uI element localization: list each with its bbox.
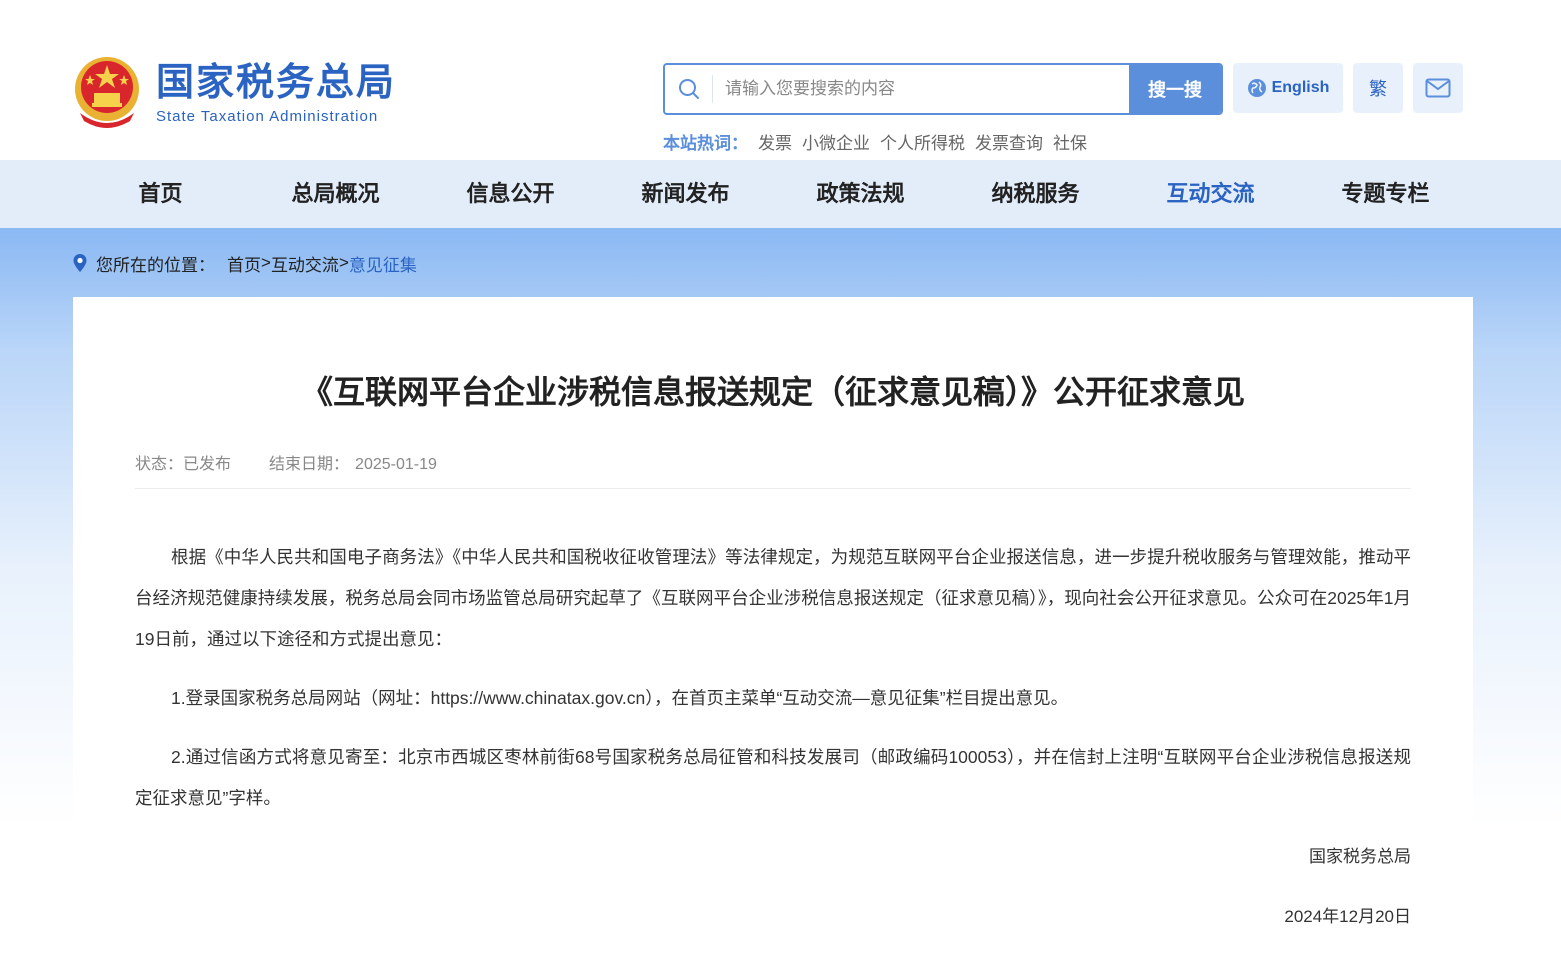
nav-item-service[interactable]: 纳税服务 [948,160,1123,228]
search-bar: 搜一搜 [663,63,1223,115]
hot-word-link[interactable]: 发票查询 [975,129,1043,154]
article-card: 《互联网平台企业涉税信息报送规定（征求意见稿）》公开征求意见 状态：已发布 结束… [73,297,1473,959]
search-icon [665,75,713,103]
breadcrumb-prefix: 您所在的位置： [96,255,215,275]
article-paragraph: 根据《中华人民共和国电子商务法》《中华人民共和国税收征收管理法》等法律规定，为规… [135,547,1411,649]
breadcrumb-current[interactable]: 意见征集 [349,251,417,276]
breadcrumb-separator: > [338,253,349,272]
location-pin-icon [72,253,88,273]
article-date: 2024年12月20日 [1284,907,1411,926]
breadcrumb-separator: > [261,253,271,272]
nav-item-interaction[interactable]: 互动交流 [1123,160,1298,228]
hot-word-link[interactable]: 个人所得税 [880,129,965,154]
status-value: 已发布 [183,456,232,473]
hot-word-link[interactable]: 社保 [1053,129,1087,154]
end-date-label: 结束日期： [269,456,350,473]
logo-title-cn: 国家税务总局 [156,58,397,104]
globe-icon [1247,78,1267,98]
breadcrumb-section[interactable]: 互动交流 [271,251,339,276]
english-button[interactable]: English [1233,63,1343,113]
status-info: 状态：已发布 [135,450,231,474]
meta-divider [135,488,1411,489]
end-date-value: 2025-01-19 [355,456,437,473]
nav-item-home[interactable]: 首页 [73,160,248,228]
end-date-info: 结束日期： 2025-01-19 [269,450,437,474]
nav-item-about[interactable]: 总局概况 [248,160,423,228]
traditional-chinese-button[interactable]: 繁 [1353,63,1403,113]
hot-words-label: 本站热词： [663,134,748,153]
english-label: English [1271,79,1330,96]
hot-word-link[interactable]: 小微企业 [802,129,870,154]
main-nav: 首页 总局概况 信息公开 新闻发布 政策法规 纳税服务 互动交流 专题专栏 [0,160,1561,228]
status-label: 状态： [135,456,184,473]
logo-title-en: State Taxation Administration [156,107,379,125]
article-title: 《互联网平台企业涉税信息报送规定（征求意见稿）》公开征求意见 [300,374,1245,410]
search-input[interactable] [713,65,1129,113]
breadcrumb-home[interactable]: 首页 [227,251,261,276]
hot-word-link[interactable]: 发票 [758,129,792,154]
nav-item-topics[interactable]: 专题专栏 [1298,160,1473,228]
hot-words: 本站热词： 发票 小微企业 个人所得税 发票查询 社保 [663,129,1087,154]
search-button[interactable]: 搜一搜 [1129,65,1221,113]
breadcrumb: 您所在的位置： 首页 > 互动交流 > 意见征集 [72,250,417,276]
article-body: 根据《中华人民共和国电子商务法》《中华人民共和国税收征收管理法》等法律规定，为规… [135,537,1411,837]
article-paragraph: 1.登录国家税务总局网站（网址：https://www.chinatax.gov… [171,688,1069,708]
nav-item-news[interactable]: 新闻发布 [598,160,773,228]
site-logo[interactable]: 国家税务总局 State Taxation Administration [72,52,402,132]
national-emblem-icon [72,55,142,129]
mail-icon [1425,78,1451,98]
nav-item-policy[interactable]: 政策法规 [773,160,948,228]
article-meta: 状态：已发布 结束日期： 2025-01-19 [135,450,437,474]
site-header: 国家税务总局 State Taxation Administration 搜一搜… [0,0,1561,160]
article-signature: 国家税务总局 [1309,847,1411,866]
nav-item-info[interactable]: 信息公开 [423,160,598,228]
mail-button[interactable] [1413,63,1463,113]
article-paragraph: 2.通过信函方式将意见寄至：北京市西城区枣林前街68号国家税务总局征管和科技发展… [135,747,1411,808]
